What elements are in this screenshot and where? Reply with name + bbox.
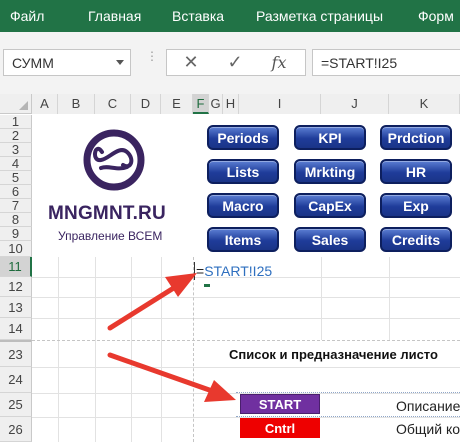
annotation-arrows: [107, 273, 236, 402]
arrow-to-formula-icon: [107, 273, 197, 331]
arrow-to-start-icon: [107, 352, 236, 402]
